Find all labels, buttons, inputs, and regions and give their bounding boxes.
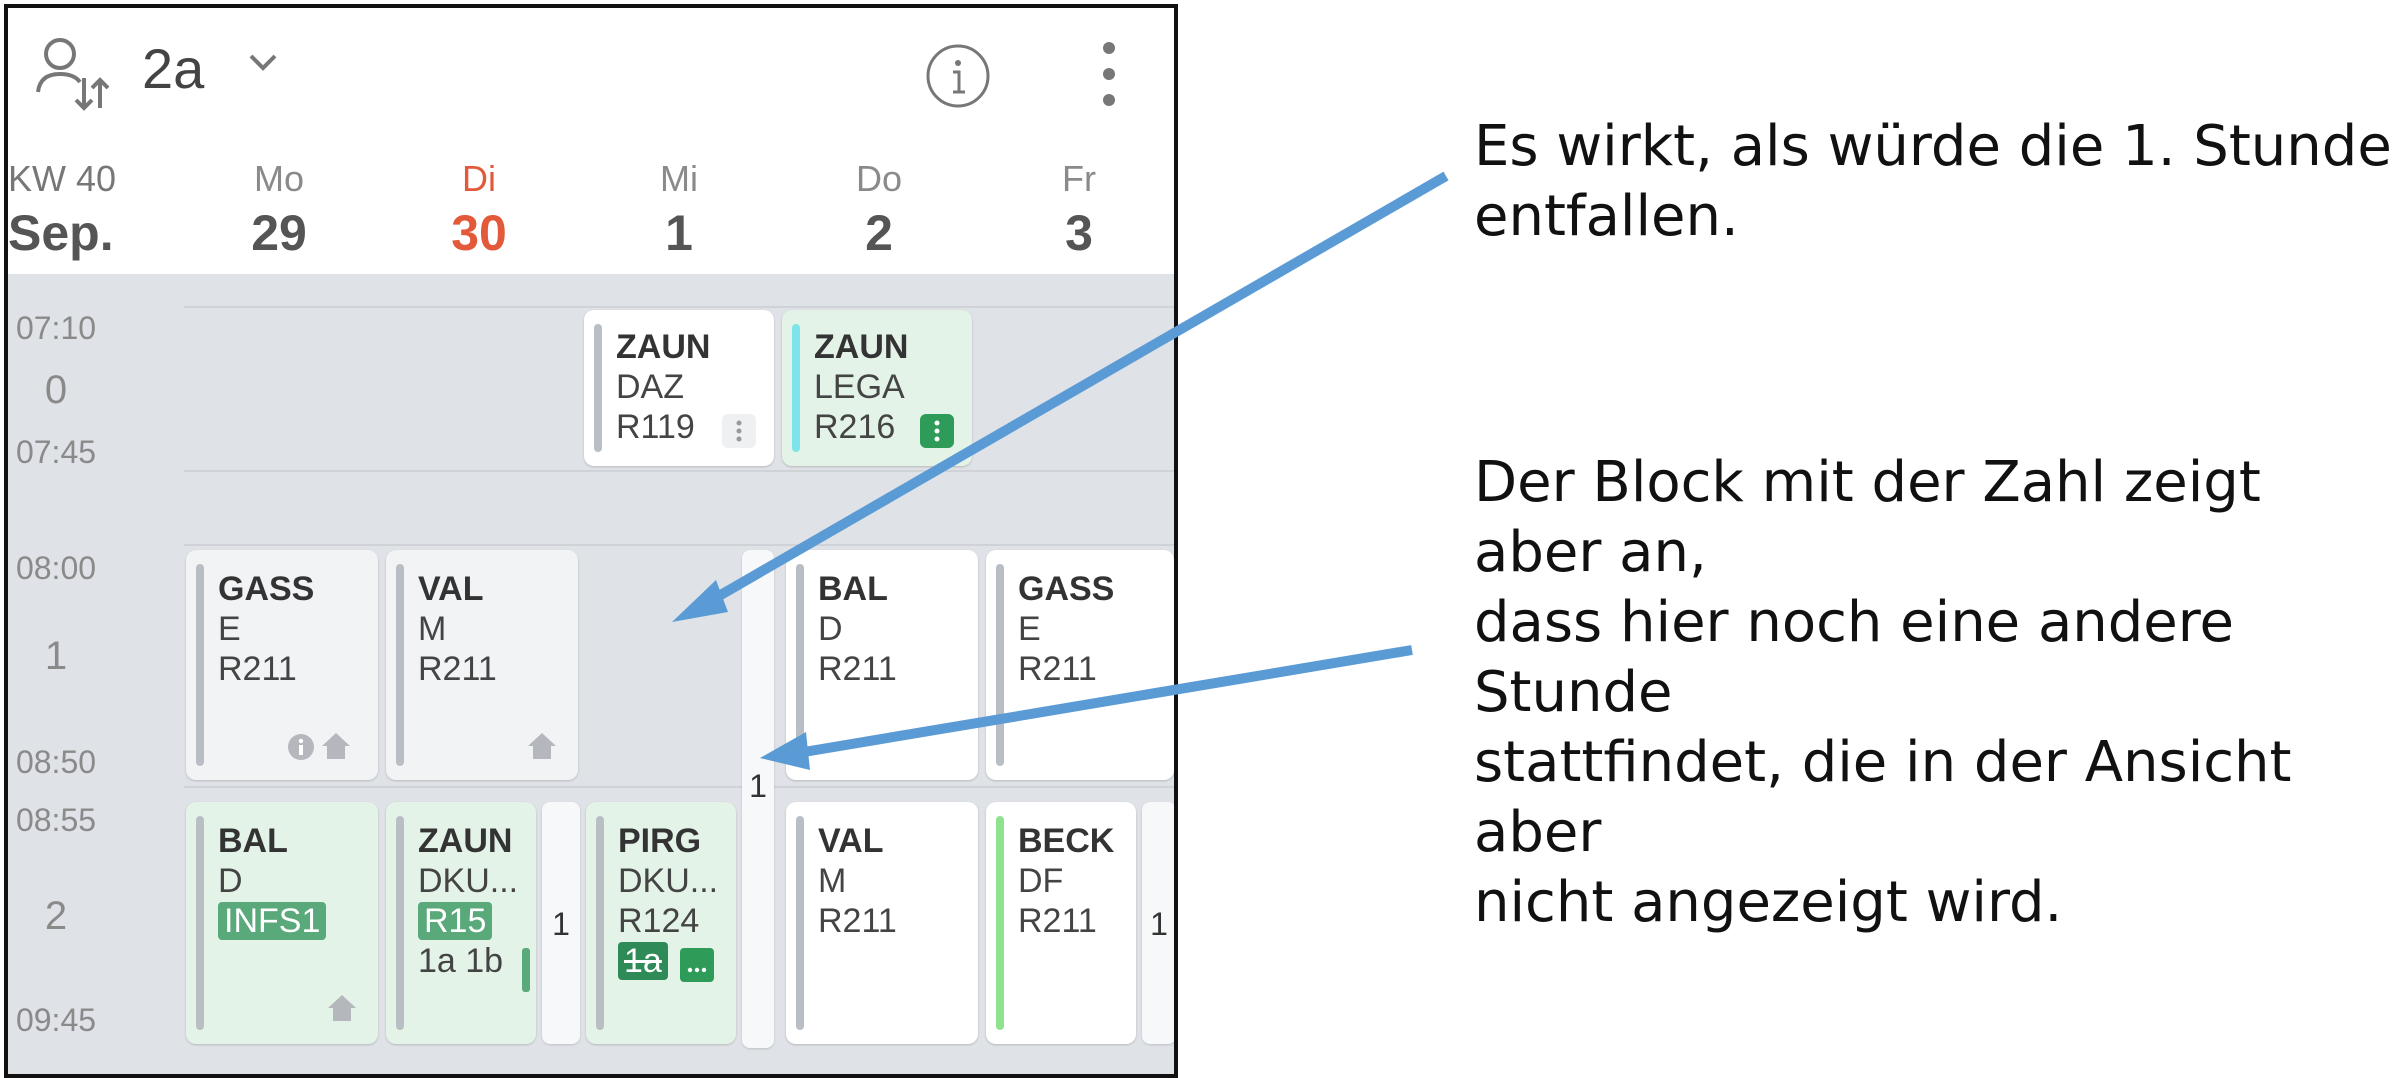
arrow-to-hidden-block (760, 645, 1413, 770)
annotation-arrows (672, 171, 1449, 770)
arrow-to-empty-slot (672, 171, 1449, 622)
